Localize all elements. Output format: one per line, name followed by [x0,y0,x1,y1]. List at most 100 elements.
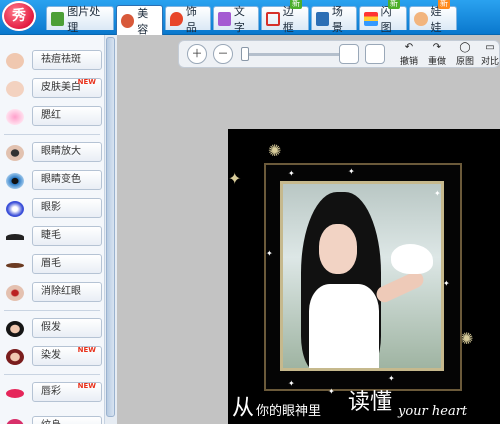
eye-icon [6,145,24,161]
sidebar-item-acne[interactable]: 祛痘祛斑 [4,47,102,75]
blush-icon [6,109,24,125]
redo-label: 重做 [427,57,446,67]
beauty-tools-sidebar: 祛痘祛斑 皮肤美白 NEW 腮红 眼睛放大 眼睛变色 眼影 睫毛 眉毛 消除红眼… [0,35,105,424]
arm-shape [373,269,427,305]
tab-label: 文字 [233,4,245,34]
sidebar-item-eye-color[interactable]: 眼睛变色 [4,167,102,195]
tab-label: 美容 [137,6,149,36]
sidebar-item-eye-enlarge[interactable]: 眼睛放大 [4,139,102,167]
sidebar-item-eyeshadow[interactable]: 眼影 [4,195,102,223]
photo-caption: 从 你的眼神里 读懂 your heart [228,384,500,424]
compare-label: 对比 [480,57,499,66]
sidebar-scrollbar[interactable] [104,35,117,424]
sidebar-item-lip-color[interactable]: 唇彩 NEW [4,379,102,407]
top-nav-bar: 秀 图片处理 美容 饰品 文字 边框 新 场景 闪图 新 娃娃 新 [0,0,500,36]
zoom-in-button[interactable]: ＋ [187,44,207,64]
iris-icon [6,173,24,189]
sidebar-item-tattoo[interactable]: 纹身 [4,413,102,424]
tab-border[interactable]: 边框 新 [261,0,309,34]
tool-button[interactable]: 腮红 [32,106,102,126]
face-shape [319,224,357,274]
tool-button[interactable]: 假发 [32,318,102,338]
undo-button[interactable]: ↶ 撤销 [395,42,423,67]
tab-doll[interactable]: 娃娃 新 [409,0,457,34]
eyelash-icon [6,234,24,240]
new-badge: 新 [438,0,450,9]
compare-button[interactable]: ▭ 对比 [478,42,500,66]
zoom-in-icon: ＋ [191,47,203,60]
sidebar-item-wig[interactable]: 假发 [4,315,102,343]
tool-button[interactable]: 睫毛 [32,226,102,246]
fit-view-button[interactable] [339,44,359,64]
tab-beauty[interactable]: 美容 [116,5,163,36]
white-dress-shape [309,284,379,368]
face-icon [121,13,135,28]
heart-icon [170,11,183,26]
caption-small: 你的眼神里 [256,404,322,419]
ornament-left: ✦ [228,169,242,188]
tab-flash[interactable]: 闪图 新 [359,0,407,34]
tool-button[interactable]: 眼睛放大 [32,142,102,162]
app-logo: 秀 [2,1,36,31]
tool-button[interactable]: 祛痘祛斑 [32,50,102,70]
actual-size-button[interactable] [365,44,385,64]
sidebar-item-whitening[interactable]: 皮肤美白 NEW [4,75,102,103]
wig-icon [6,321,24,337]
caption-english: your heart [398,404,468,419]
canvas-toolbar: ＋ － ↶ 撤销 ↷ 重做 ◯ 原图 ▭ 对比 [178,40,500,68]
sparkle-icon: ✦ [288,169,295,178]
caption-big: 读懂 [348,390,393,415]
text-icon [218,11,231,26]
sparkle-icon: ✦ [388,374,395,383]
sidebar-item-eyebrow[interactable]: 眉毛 [4,251,102,279]
compare-icon: ▭ [485,42,495,53]
flash-icon [364,11,378,26]
lips-icon [6,388,24,398]
zoom-out-icon: － [217,47,229,60]
sparkle-icon: ✦ [266,249,273,258]
photo-inner-frame [280,181,444,371]
zoom-slider[interactable] [243,53,343,56]
undo-icon: ↶ [404,42,414,53]
new-badge: 新 [388,0,400,9]
fan-ornament-top: ✺ [268,141,282,160]
eye-icon [6,285,24,301]
new-badge: 新 [290,0,302,9]
tool-button[interactable]: 消除红眼 [32,282,102,302]
doll-icon [414,11,428,26]
photo-canvas[interactable]: ✺ ✦ ✦ ✺ ✦ ✦ ✦ ✦ ✦ ✦ ✦ ✦ 从 你的眼神里 读懂 your … [228,129,500,424]
tool-button[interactable]: 眼影 [32,198,102,218]
tool-button[interactable]: 眉毛 [32,254,102,274]
tab-accessories[interactable]: 饰品 [165,5,211,34]
face-icon [6,81,24,97]
tool-button[interactable]: 纹身 [32,416,102,424]
original-icon: ◯ [459,42,471,53]
tab-image-processing[interactable]: 图片处理 [46,5,114,34]
redo-button[interactable]: ↷ 重做 [423,42,451,67]
divider [4,374,100,375]
divider [4,310,100,311]
scene-icon [316,11,329,26]
sparkle-icon: ✦ [443,279,450,288]
sidebar-item-red-eye[interactable]: 消除红眼 [4,279,102,307]
sidebar-item-hair-dye[interactable]: 染发 NEW [4,343,102,371]
logo-text: 秀 [12,8,26,24]
face-icon [6,53,24,69]
tool-button[interactable]: 眼睛变色 [32,170,102,190]
dove-shape [391,244,433,274]
tab-text[interactable]: 文字 [213,5,259,34]
tab-label: 场景 [331,4,343,34]
caption-char: 从 [232,396,255,421]
tattoo-icon [6,419,24,424]
zoom-slider-knob[interactable] [241,47,249,61]
scrollbar-thumb[interactable] [106,37,115,417]
original-button[interactable]: ◯ 原图 [451,42,479,67]
sidebar-item-eyelash[interactable]: 睫毛 [4,223,102,251]
zoom-out-button[interactable]: － [213,44,233,64]
undo-label: 撤销 [399,57,418,67]
eyebrow-icon [6,262,24,268]
frame-icon [266,11,280,26]
tab-scene[interactable]: 场景 [311,5,357,34]
sidebar-item-blush[interactable]: 腮红 [4,103,102,131]
image-icon [51,11,65,26]
